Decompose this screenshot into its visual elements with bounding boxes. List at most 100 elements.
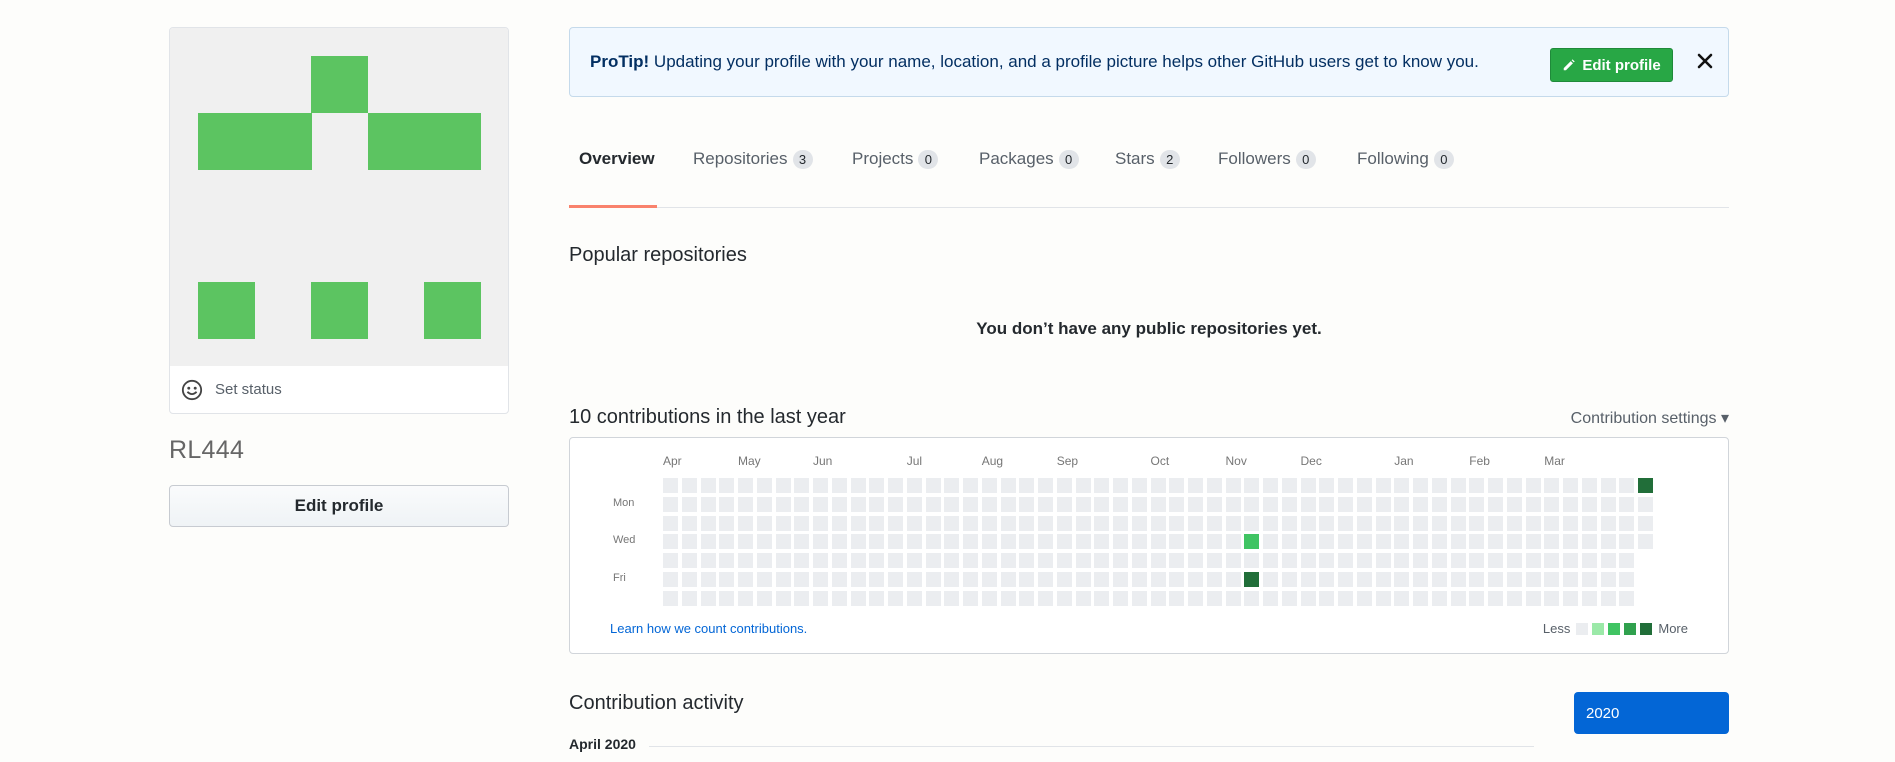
contribution-day[interactable] [738, 534, 753, 550]
contribution-day[interactable] [1544, 478, 1560, 493]
contribution-day[interactable] [1525, 571, 1541, 587]
contribution-day[interactable] [1056, 571, 1072, 587]
contribution-day[interactable] [1563, 553, 1578, 568]
contribution-day[interactable] [1113, 590, 1128, 606]
contribution-day[interactable] [1338, 571, 1353, 587]
contribution-day[interactable] [1619, 496, 1635, 512]
contribution-day[interactable] [1113, 478, 1128, 493]
contribution-day[interactable] [1431, 478, 1447, 493]
contribution-day[interactable] [1019, 553, 1035, 568]
contribution-day[interactable] [1544, 515, 1560, 531]
contribution-day[interactable] [1506, 496, 1522, 512]
contribution-day[interactable] [925, 534, 941, 550]
contribution-day[interactable] [1375, 571, 1391, 587]
contribution-day[interactable] [850, 590, 866, 606]
contribution-day[interactable] [1075, 478, 1091, 493]
contribution-day[interactable] [1338, 590, 1353, 606]
contribution-day[interactable] [1056, 478, 1072, 493]
contribution-day[interactable] [1488, 571, 1503, 587]
contribution-day[interactable] [1394, 590, 1410, 606]
contribution-day[interactable] [1563, 478, 1578, 493]
contribution-day[interactable] [831, 553, 847, 568]
contribution-day[interactable] [663, 515, 678, 531]
contribution-day[interactable] [1469, 496, 1485, 512]
contribution-day[interactable] [1469, 534, 1485, 550]
contribution-day[interactable] [1131, 553, 1147, 568]
contribution-day[interactable] [925, 571, 941, 587]
contribution-day[interactable] [700, 496, 716, 512]
contribution-day[interactable] [1300, 478, 1316, 493]
contribution-day[interactable] [1263, 590, 1278, 606]
contribution-day[interactable] [1206, 496, 1222, 512]
contribution-day[interactable] [1506, 478, 1522, 493]
contribution-day[interactable] [1263, 553, 1278, 568]
contribution-day[interactable] [1356, 590, 1372, 606]
contribution-day[interactable] [1038, 478, 1053, 493]
contribution-day[interactable] [1431, 515, 1447, 531]
contribution-day[interactable] [869, 553, 885, 568]
contribution-day[interactable] [1150, 571, 1166, 587]
contribution-day[interactable] [925, 496, 941, 512]
tab-stars[interactable]: Stars 2 [1115, 111, 1180, 207]
contribution-day[interactable] [1375, 553, 1391, 568]
contribution-day[interactable] [1619, 515, 1635, 531]
contribution-day[interactable] [831, 496, 847, 512]
contribution-day[interactable] [1525, 553, 1541, 568]
contribution-day[interactable] [1150, 553, 1166, 568]
contribution-day[interactable] [1600, 496, 1616, 512]
contribution-day[interactable] [813, 515, 828, 531]
contribution-day[interactable] [1225, 496, 1241, 512]
contribution-day[interactable] [1244, 478, 1260, 493]
contribution-day[interactable] [1000, 590, 1016, 606]
contribution-day[interactable] [1581, 571, 1597, 587]
contribution-day[interactable] [1600, 478, 1616, 493]
contribution-day[interactable] [1300, 534, 1316, 550]
contribution-day[interactable] [1131, 571, 1147, 587]
contribution-day[interactable] [831, 590, 847, 606]
contribution-day[interactable] [1375, 590, 1391, 606]
contribution-day[interactable] [1319, 496, 1335, 512]
contribution-day[interactable] [1338, 534, 1353, 550]
contribution-day[interactable] [794, 496, 810, 512]
contribution-day[interactable] [1281, 553, 1297, 568]
contribution-day[interactable] [1263, 515, 1278, 531]
contribution-day[interactable] [906, 590, 922, 606]
contribution-day[interactable] [700, 553, 716, 568]
contribution-day[interactable] [944, 515, 960, 531]
contribution-day[interactable] [1413, 553, 1428, 568]
contribution-day[interactable] [1619, 534, 1635, 550]
contribution-day[interactable] [1206, 534, 1222, 550]
contribution-day[interactable] [1188, 590, 1203, 606]
tab-followers[interactable]: Followers 0 [1218, 111, 1316, 207]
contribution-day[interactable] [1300, 571, 1316, 587]
contribution-day[interactable] [1113, 534, 1128, 550]
contribution-day[interactable] [775, 553, 791, 568]
contribution-day[interactable] [869, 590, 885, 606]
contribution-day[interactable] [1581, 534, 1597, 550]
contribution-day[interactable] [1394, 496, 1410, 512]
contribution-day[interactable] [1450, 590, 1466, 606]
contribution-day[interactable] [1413, 571, 1428, 587]
contribution-day[interactable] [775, 478, 791, 493]
contribution-day[interactable] [1638, 496, 1653, 512]
contribution-day[interactable] [1075, 496, 1091, 512]
contribution-day[interactable] [1019, 571, 1035, 587]
protip-edit-profile-button[interactable]: Edit profile [1550, 48, 1673, 82]
close-icon[interactable] [1690, 46, 1720, 76]
contribution-day[interactable] [906, 571, 922, 587]
contribution-day[interactable] [1056, 534, 1072, 550]
contribution-day[interactable] [850, 515, 866, 531]
contribution-day[interactable] [850, 496, 866, 512]
contribution-day[interactable] [1000, 478, 1016, 493]
contribution-day[interactable] [1075, 553, 1091, 568]
contribution-day[interactable] [1506, 590, 1522, 606]
contribution-day[interactable] [1131, 534, 1147, 550]
contribution-day[interactable] [775, 534, 791, 550]
contribution-day[interactable] [1506, 534, 1522, 550]
contribution-day[interactable] [888, 571, 903, 587]
contribution-day[interactable] [1131, 515, 1147, 531]
contribution-day[interactable] [1263, 496, 1278, 512]
contribution-day[interactable] [1525, 534, 1541, 550]
contribution-day[interactable] [850, 478, 866, 493]
contribution-day[interactable] [925, 590, 941, 606]
